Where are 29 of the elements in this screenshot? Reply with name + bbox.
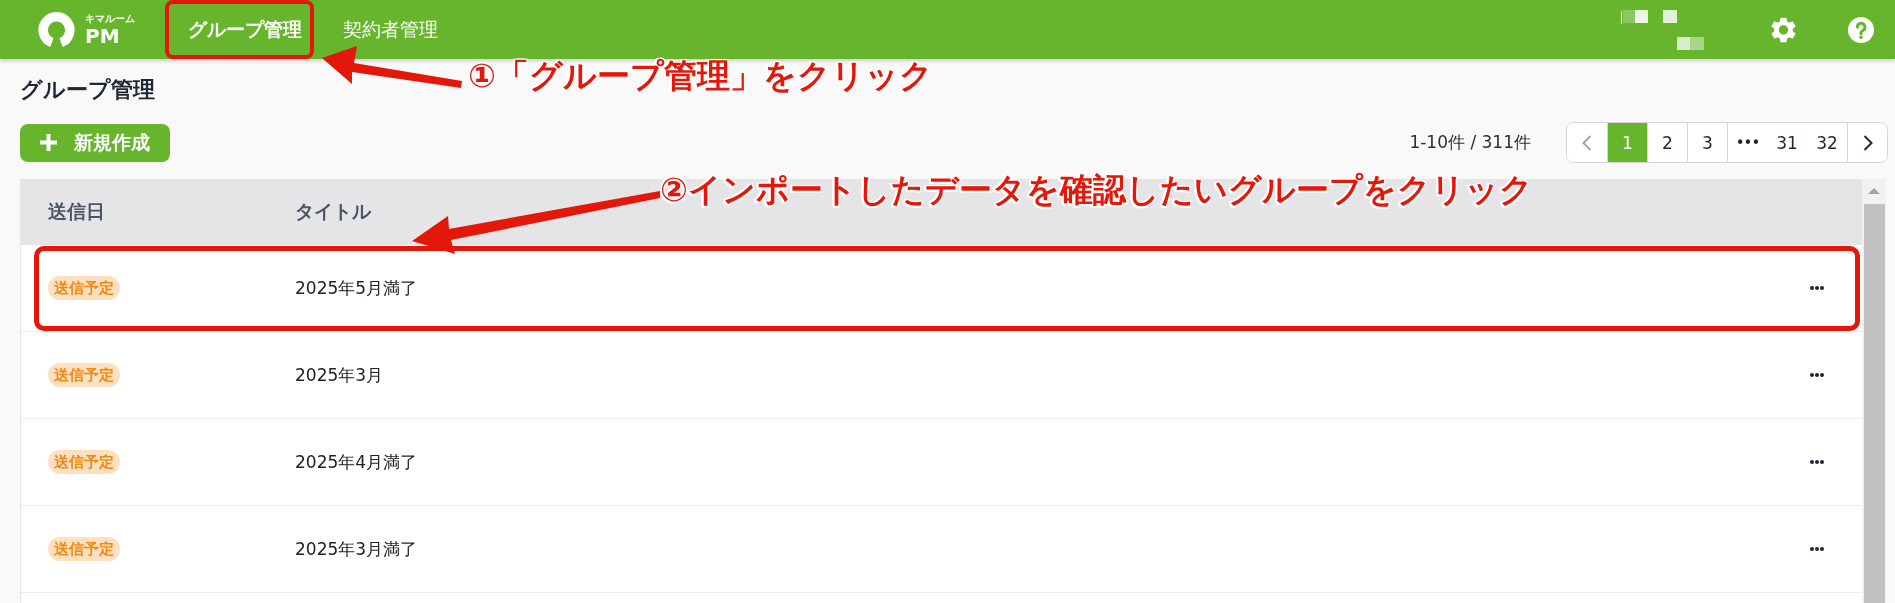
next-page-button[interactable]: [1847, 123, 1887, 162]
logo-caption: キマルーム: [85, 14, 135, 24]
scroll-up-icon: [1868, 188, 1880, 194]
status-badge: 送信予定: [48, 450, 120, 474]
more-icon[interactable]: [1810, 547, 1824, 551]
ring-logo-icon: [37, 10, 76, 49]
help-icon[interactable]: [1848, 16, 1874, 43]
chevron-left-icon: [1582, 134, 1592, 151]
logo-text: PM: [85, 27, 121, 45]
page-title: グループ管理: [20, 78, 155, 102]
chevron-right-icon: [1862, 134, 1873, 151]
table-cell: 2025年4月満了: [295, 450, 418, 474]
settings-icon[interactable]: [1771, 16, 1796, 43]
column-header: 送信日: [47, 199, 106, 224]
more-icon[interactable]: [1810, 460, 1824, 464]
column-header: タイトル: [294, 199, 372, 224]
table-row[interactable]: 送信予定 2025年5月満了: [21, 245, 1862, 332]
plus-icon: [40, 134, 57, 151]
result-count: 1-10件 / 311件: [1409, 131, 1531, 154]
more-icon[interactable]: [1810, 286, 1824, 290]
status-badge: 送信予定: [48, 276, 120, 300]
table-cell: 2025年3月満了: [295, 537, 418, 561]
table-cell: 2025年5月満了: [295, 276, 418, 300]
more-icon[interactable]: [1810, 373, 1824, 377]
status-badge: 送信予定: [48, 537, 120, 561]
status-badge: 送信予定: [48, 363, 120, 387]
table-cell: 2025年3月: [295, 363, 384, 387]
callout-text: ②インポートしたデータを確認したいグループをクリック: [660, 172, 1533, 209]
callout-text: ①「グループ管理」をクリック: [468, 58, 933, 95]
